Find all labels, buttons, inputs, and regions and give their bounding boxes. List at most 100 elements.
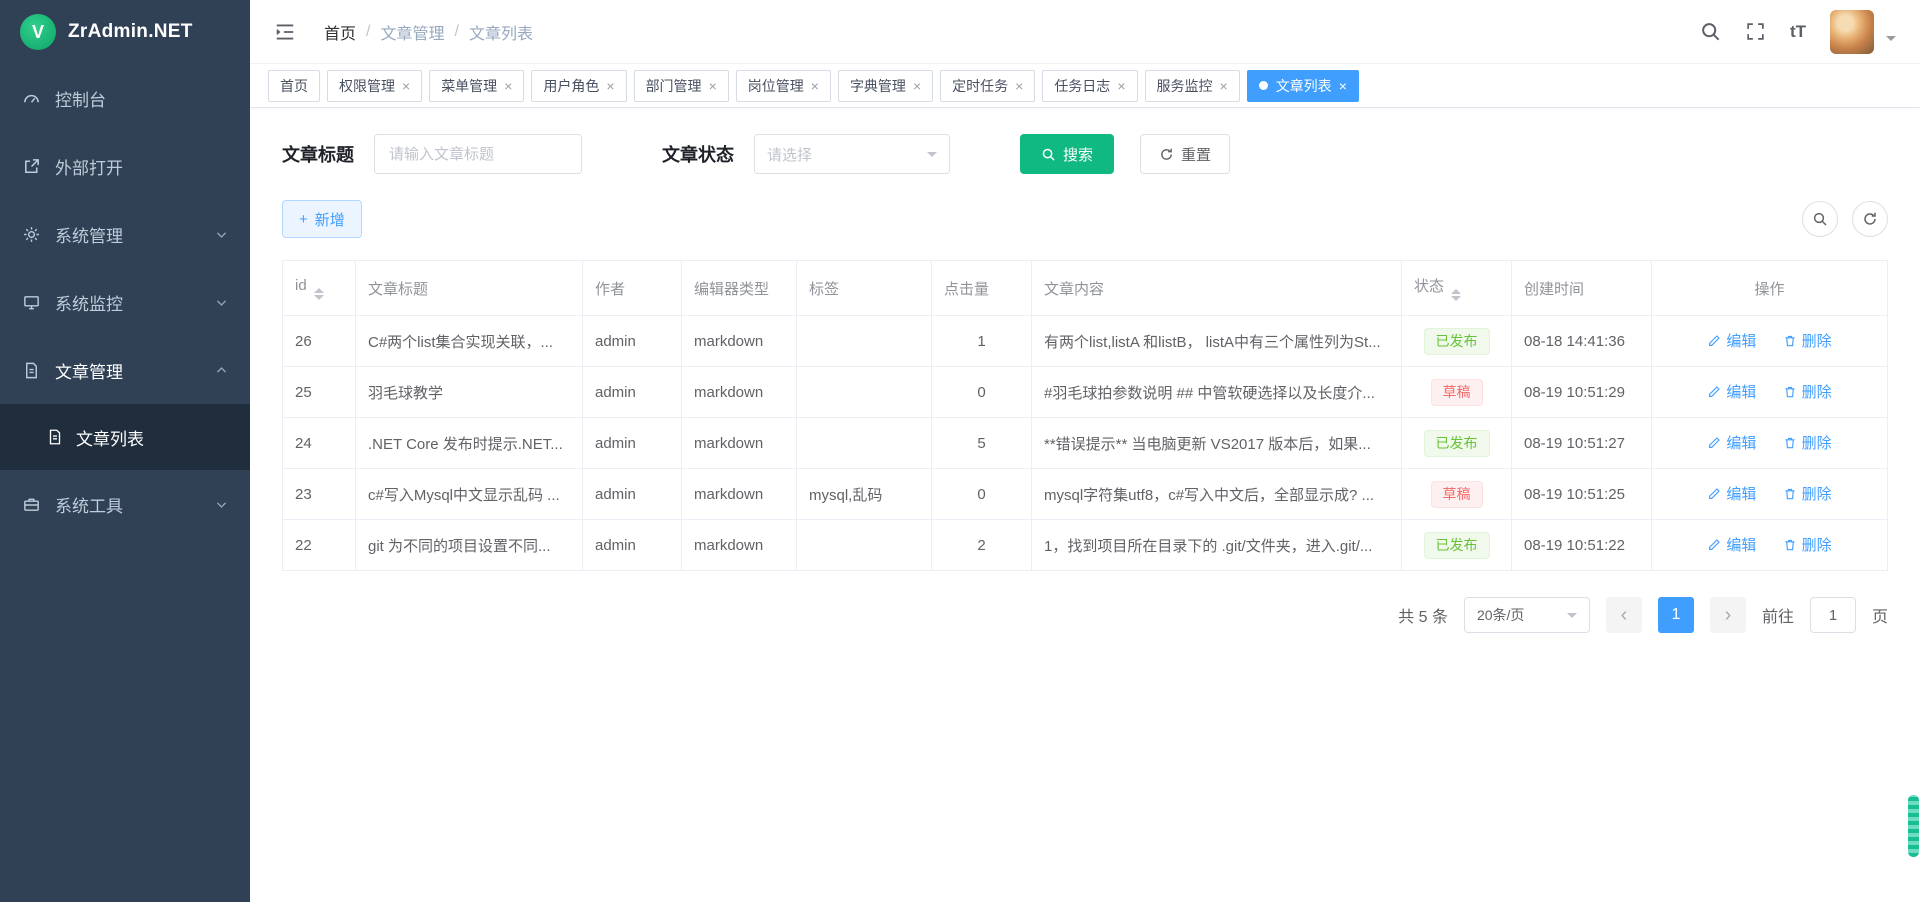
sidebar-item-label: 系统工具	[55, 492, 123, 517]
tab-user-role[interactable]: 用户角色×	[531, 70, 626, 102]
column-header-editor: 编辑器类型	[682, 261, 797, 316]
tab-label: 任务日志	[1054, 76, 1110, 96]
sidebar-item-dashboard[interactable]: 控制台	[0, 64, 250, 132]
search-toggle-button[interactable]	[1802, 201, 1838, 237]
cell-created: 08-19 10:51:22	[1512, 520, 1652, 571]
cell-status: 草稿	[1402, 367, 1512, 418]
column-header-actions: 操作	[1652, 261, 1888, 316]
plus-icon: +	[299, 211, 308, 228]
refresh-button[interactable]	[1852, 201, 1888, 237]
close-icon[interactable]: ×	[811, 79, 819, 93]
add-button[interactable]: + 新增	[282, 200, 362, 238]
edit-link[interactable]: 编辑	[1707, 381, 1756, 402]
next-page-button[interactable]: ›	[1710, 597, 1746, 633]
prev-page-button[interactable]: ‹	[1606, 597, 1642, 633]
tab-permission[interactable]: 权限管理 ×	[327, 70, 422, 102]
cell-id: 24	[283, 418, 356, 469]
tab-home[interactable]: 首页	[268, 70, 320, 102]
column-header-title: 文章标题	[356, 261, 583, 316]
document-icon	[46, 428, 64, 446]
sidebar-item-system-manage[interactable]: 系统管理	[0, 200, 250, 268]
cell-tags	[797, 316, 932, 367]
article-title-input[interactable]	[374, 134, 582, 174]
cell-actions: 编辑 删除	[1652, 316, 1888, 367]
cell-content: 有两个list,listA 和listB， listA中有三个属性列为St...	[1032, 316, 1402, 367]
user-menu-caret-icon[interactable]	[1886, 36, 1896, 46]
breadcrumb: 首页 / 文章管理 / 文章列表	[324, 20, 533, 44]
cell-author: admin	[583, 367, 682, 418]
column-header-id[interactable]: id	[283, 261, 356, 316]
sort-icon[interactable]	[1451, 289, 1461, 301]
sidebar-item-article-list[interactable]: 文章列表	[0, 404, 250, 470]
tab-dict-manage[interactable]: 字典管理×	[838, 70, 933, 102]
scrollbar-thumb[interactable]	[1908, 795, 1919, 857]
close-icon[interactable]: ×	[1015, 79, 1023, 93]
delete-link[interactable]: 删除	[1783, 534, 1832, 555]
tab-article-list[interactable]: 文章列表×	[1247, 70, 1359, 102]
cell-hits: 0	[932, 367, 1032, 418]
tab-service-monitor[interactable]: 服务监控×	[1145, 70, 1240, 102]
edit-link[interactable]: 编辑	[1707, 483, 1756, 504]
column-header-status[interactable]: 状态	[1402, 261, 1512, 316]
sort-icon[interactable]	[314, 288, 324, 300]
article-status-select[interactable]: 请选择	[754, 134, 950, 174]
logo[interactable]: V ZrAdmin.NET	[0, 0, 250, 64]
status-badge: 已发布	[1424, 532, 1490, 559]
tab-dept-manage[interactable]: 部门管理 ×	[634, 70, 729, 102]
current-page-button[interactable]: 1	[1658, 597, 1694, 633]
sidebar-item-article-manage[interactable]: 文章管理	[0, 336, 250, 404]
close-icon[interactable]: ×	[1220, 79, 1228, 93]
edit-link[interactable]: 编辑	[1707, 432, 1756, 453]
goto-page-input[interactable]	[1810, 597, 1856, 633]
close-icon[interactable]: ×	[1117, 79, 1125, 93]
fullscreen-icon[interactable]	[1745, 21, 1766, 42]
reset-button[interactable]: 重置	[1140, 134, 1230, 174]
close-icon[interactable]: ×	[402, 79, 410, 93]
column-header-author: 作者	[583, 261, 682, 316]
tab-menu-manage[interactable]: 菜单管理×	[429, 70, 524, 102]
cell-editor: markdown	[682, 520, 797, 571]
gear-icon	[22, 225, 41, 244]
tab-post-manage[interactable]: 岗位管理×	[736, 70, 831, 102]
tab-task-log[interactable]: 任务日志 ×	[1042, 70, 1137, 102]
user-avatar[interactable]	[1830, 10, 1874, 54]
search-button[interactable]: 搜索	[1020, 134, 1114, 174]
cell-actions: 编辑 删除	[1652, 418, 1888, 469]
delete-link[interactable]: 删除	[1783, 432, 1832, 453]
breadcrumb-item-article-manage[interactable]: 文章管理	[380, 20, 444, 44]
cell-created: 08-19 10:51:27	[1512, 418, 1652, 469]
close-icon[interactable]: ×	[504, 79, 512, 93]
cell-content: **错误提示** 当电脑更新 VS2017 版本后，如果...	[1032, 418, 1402, 469]
search-icon[interactable]	[1700, 21, 1721, 42]
tab-scheduled-task[interactable]: 定时任务×	[940, 70, 1035, 102]
sidebar-item-external[interactable]: 外部打开	[0, 132, 250, 200]
edit-link[interactable]: 编辑	[1707, 534, 1756, 555]
delete-link[interactable]: 删除	[1783, 483, 1832, 504]
edit-link[interactable]: 编辑	[1707, 330, 1756, 351]
cell-author: admin	[583, 418, 682, 469]
cell-status: 已发布	[1402, 316, 1512, 367]
chevron-down-icon	[927, 152, 937, 162]
delete-link[interactable]: 删除	[1783, 330, 1832, 351]
close-icon[interactable]: ×	[913, 79, 921, 93]
collapse-sidebar-icon[interactable]	[274, 21, 296, 43]
cell-hits: 0	[932, 469, 1032, 520]
font-size-icon[interactable]: tT	[1790, 22, 1806, 42]
close-icon[interactable]: ×	[1339, 79, 1347, 93]
sidebar-item-system-tools[interactable]: 系统工具	[0, 470, 250, 538]
tab-label: 部门管理	[646, 76, 702, 96]
delete-link[interactable]: 删除	[1783, 381, 1832, 402]
cell-content: mysql字符集utf8，c#写入中文后，全部显示成? ...	[1032, 469, 1402, 520]
table-toolbar: + 新增	[282, 200, 1888, 238]
cell-actions: 编辑 删除	[1652, 520, 1888, 571]
sidebar-item-system-monitor[interactable]: 系统监控	[0, 268, 250, 336]
close-icon[interactable]: ×	[606, 79, 614, 93]
breadcrumb-item-home[interactable]: 首页	[324, 20, 356, 44]
tab-label: 权限管理	[339, 76, 395, 96]
status-badge: 草稿	[1431, 481, 1483, 508]
active-tab-dot	[1259, 81, 1268, 90]
page-size-select[interactable]: 20条/页	[1464, 597, 1590, 633]
add-button-label: 新增	[315, 209, 345, 230]
breadcrumb-separator: /	[366, 23, 370, 41]
close-icon[interactable]: ×	[709, 79, 717, 93]
